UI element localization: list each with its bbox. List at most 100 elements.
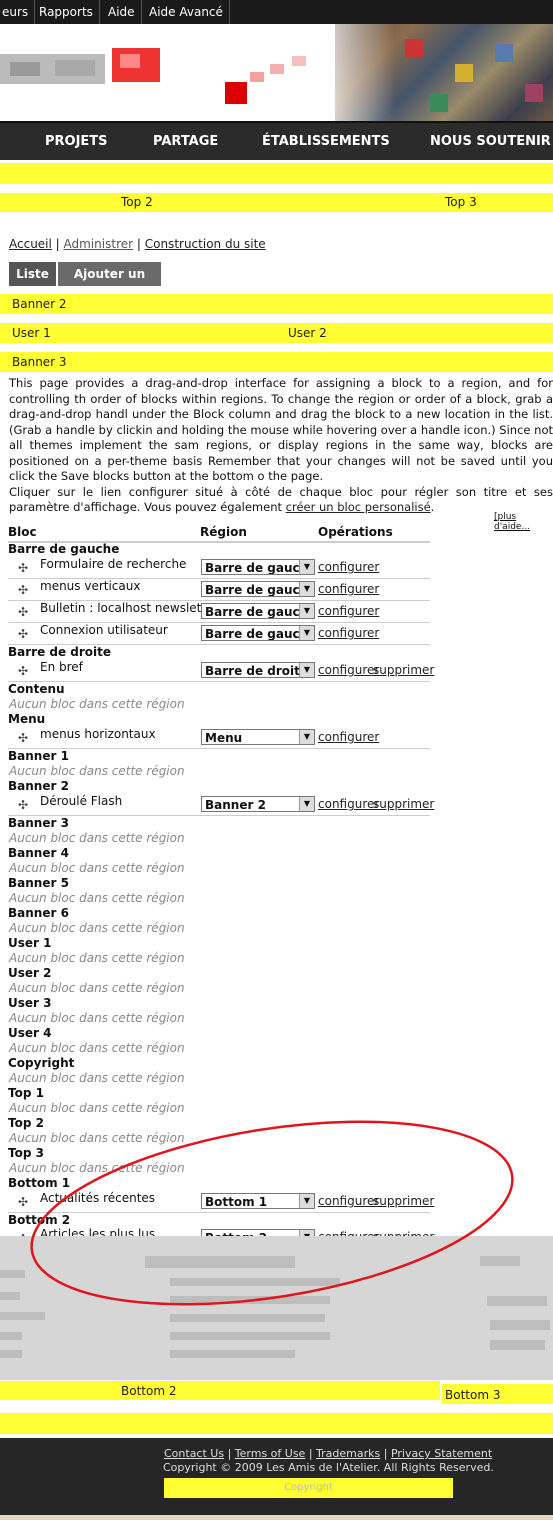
configure-link[interactable]: configurer [318,582,379,596]
admin-menu-users[interactable]: eurs [0,0,36,24]
configure-link[interactable]: configurer [318,560,379,574]
footer-link-trademarks[interactable]: Trademarks [316,1447,380,1460]
drag-handle-icon[interactable]: ✣ [18,799,30,811]
tab-add-block[interactable]: Ajouter un bloc [58,262,161,305]
region-footer-highlight [0,1413,553,1434]
region-row-user2: User 2 [8,966,52,980]
region-row-left-sidebar: Barre de gauche [8,542,120,556]
chevron-down-icon: ▼ [299,663,314,677]
site-logo[interactable] [0,24,330,121]
table-row: ✣ menus verticaux Barre de gauche ▼ confi… [8,578,430,601]
region-user2-label: User 2 [288,326,327,340]
breadcrumb: Accueil | Administrer | Construction du … [9,237,266,251]
create-custom-block-link[interactable]: créer un bloc personalisé [286,500,431,514]
footer-link-terms[interactable]: Terms of Use [235,1447,306,1460]
region-banner2-highlight: Banner 2 [0,294,553,314]
region-row-menu: Menu [8,712,46,726]
footer-link-contact[interactable]: Contact Us [164,1447,224,1460]
chevron-down-icon: ▼ [299,560,314,574]
region-row-banner4: Banner 4 [8,846,69,860]
region-copyright-highlight: Copyright [164,1478,453,1498]
site-header [0,24,553,121]
empty-region-message: Aucun bloc dans cette région [9,831,185,845]
region-top-highlight: Top 2 Top 3 [0,193,553,212]
empty-region-message: Aucun bloc dans cette région [9,1101,185,1115]
region-select[interactable]: Barre de droite ▼ [201,662,315,678]
region-select[interactable]: Barre de gauche ▼ [201,625,315,641]
configure-link[interactable]: configurer [318,730,379,744]
drag-handle-icon[interactable]: ✣ [18,562,30,574]
region-bottom3-label: Bottom 3 [445,1388,501,1402]
breadcrumb-site-building[interactable]: Construction du site [145,237,266,251]
configure-link[interactable]: configurer [318,604,379,618]
table-row: ✣ En bref Barre de droite ▼ configurer su… [8,659,434,682]
region-user-highlight: User 1 User 2 [0,323,553,343]
region-bottom2-highlight: Bottom 2 [0,1381,440,1400]
chevron-down-icon: ▼ [299,797,314,811]
empty-region-message: Aucun bloc dans cette région [9,697,185,711]
empty-region-message: Aucun bloc dans cette région [9,1041,185,1055]
region-row-right-sidebar: Barre de droite [8,645,112,659]
region-select[interactable]: Menu ▼ [201,729,315,745]
delete-link[interactable]: supprimer [373,797,434,811]
copyright-text: Copyright © 2009 Les Amis de l'Atelier. … [163,1461,494,1474]
help-paragraph-english: This page provides a drag-and-drop inter… [9,376,553,483]
nav-etablissements[interactable]: ÉTABLISSEMENTS [262,123,390,160]
nav-partage[interactable]: PARTAGE [153,123,218,160]
chevron-down-icon: ▼ [299,604,314,618]
drag-handle-icon[interactable]: ✣ [18,665,30,677]
region-row-banner1: Banner 1 [8,749,69,763]
region-banner3-highlight: Banner 3 [0,352,553,372]
drag-handle-icon[interactable]: ✣ [18,628,30,640]
configure-link[interactable]: configurer [318,663,379,677]
chevron-down-icon: ▼ [299,730,314,744]
empty-region-message: Aucun bloc dans cette région [9,861,185,875]
block-name: Déroulé Flash [40,794,123,808]
delete-link[interactable]: supprimer [373,663,434,677]
region-select[interactable]: Barre de gauche ▼ [201,581,315,597]
region-row-content: Contenu [8,682,65,696]
region-top1-highlight [0,163,553,184]
drag-handle-icon[interactable]: ✣ [18,732,30,744]
region-banner3-label: Banner 3 [12,355,67,369]
configure-link[interactable]: configurer [318,626,379,640]
region-row-user4: User 4 [8,1026,52,1040]
nav-nous-soutenir[interactable]: NOUS SOUTENIR [430,123,551,160]
empty-region-message: Aucun bloc dans cette région [9,921,185,935]
main-navigation: PROJETS PARTAGE ÉTABLISSEMENTS NOUS SOUT… [0,121,553,160]
header-mosaic-image [335,24,553,121]
admin-menu-help[interactable]: Aide [102,0,142,24]
region-row-user3: User 3 [8,996,52,1010]
more-help-link[interactable]: [plus d'aide... [494,512,553,532]
block-name: Connexion utilisateur [40,623,168,637]
drag-handle-icon[interactable]: ✣ [18,584,30,596]
table-row: ✣ Déroulé Flash Banner 2 ▼ configurer sup… [8,793,434,816]
admin-toolbar: eurs Rapports Aide Aide Avancé [0,0,553,24]
region-user1-label: User 1 [12,326,51,340]
admin-menu-advanced-help[interactable]: Aide Avancé [143,0,230,24]
region-row-banner3: Banner 3 [8,816,69,830]
configure-link[interactable]: configurer [318,797,379,811]
nav-projets[interactable]: PROJETS [45,123,108,160]
empty-region-message: Aucun bloc dans cette région [9,981,185,995]
region-row-user1: User 1 [8,936,52,950]
chevron-down-icon: ▼ [299,626,314,640]
help-paragraph-french: Cliquer sur le lien configurer situé à c… [9,484,553,515]
region-select[interactable]: Barre de gauche ▼ [201,559,315,575]
drag-handle-icon[interactable]: ✣ [18,606,30,618]
footer-link-privacy[interactable]: Privacy Statement [391,1447,492,1460]
region-row-top1: Top 1 [8,1086,44,1100]
region-select[interactable]: Banner 2 ▼ [201,796,315,812]
region-top3-label: Top 3 [445,195,477,209]
breadcrumb-home[interactable]: Accueil [9,237,52,251]
footer-links: Contact Us | Terms of Use | Trademarks |… [164,1447,493,1460]
region-select[interactable]: Barre de gauche ▼ [201,603,315,619]
table-row: ✣ Bulletin : localhost newsletter Barre … [8,600,430,623]
empty-region-message: Aucun bloc dans cette région [9,1011,185,1025]
breadcrumb-admin[interactable]: Administrer [64,237,134,251]
site-footer: Contact Us | Terms of Use | Trademarks |… [0,1438,553,1520]
region-top2-label: Top 2 [121,195,153,209]
admin-menu-reports[interactable]: Rapports [33,0,100,24]
tab-list[interactable]: Liste [9,262,56,286]
empty-region-message: Aucun bloc dans cette région [9,764,185,778]
